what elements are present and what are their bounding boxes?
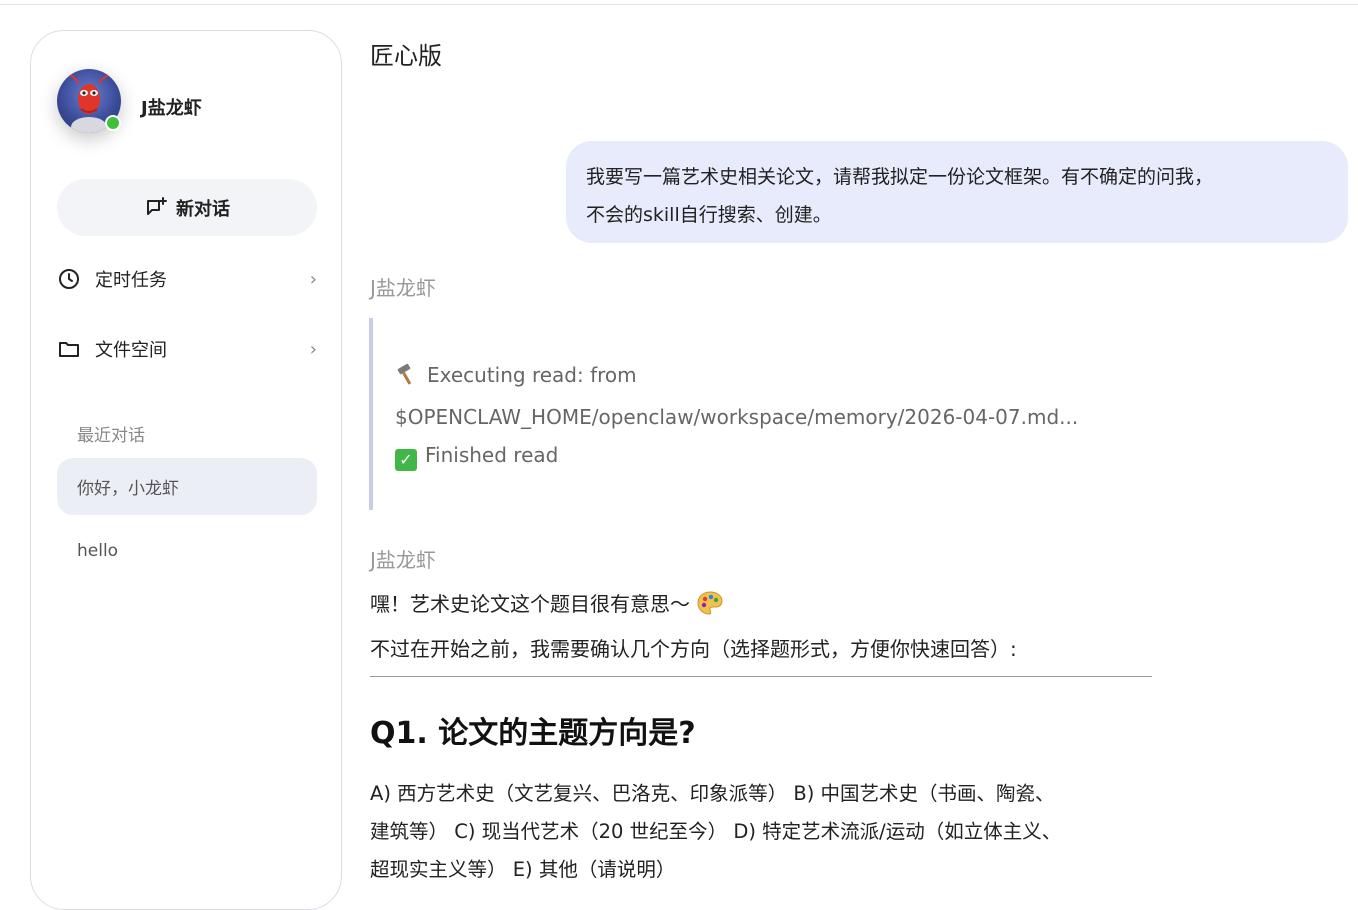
horizontal-divider (370, 676, 1152, 677)
new-chat-label: 新对话 (176, 198, 230, 220)
user-message-line: 不会的skill自行搜索、创建。 (586, 204, 832, 226)
user-message-bubble: 我要写一篇艺术史相关论文，请帮我拟定一份论文框架。有不确定的问我， 不会的ski… (566, 141, 1348, 243)
bot-name: J盐龙虾 (370, 548, 436, 572)
recent-chats-heading: 最近对话 (77, 426, 145, 446)
sidebar-item-scheduled-tasks[interactable]: 定时任务 › (57, 259, 317, 299)
reply-line: 嘿！艺术史论文这个题目很有意思～ (370, 588, 724, 621)
user-name: J盐龙虾 (141, 98, 202, 119)
top-border (0, 4, 1358, 5)
sidebar-item-file-space[interactable]: 文件空间 › (57, 329, 317, 369)
page-title: 匠心版 (370, 42, 442, 70)
question-options: A) 西方艺术史（文艺复兴、巴洛克、印象派等） B) 中国艺术史（书画、陶瓷、 … (370, 775, 1160, 889)
chevron-right-icon: › (309, 268, 317, 290)
options-line: 建筑等） C) 现当代艺术（20 世纪至今） D) 特定艺术流派/运动（如立体主… (370, 820, 1062, 843)
check-icon: ✓ (395, 449, 417, 471)
avatar[interactable] (57, 69, 123, 135)
sidebar-item-label: 定时任务 (95, 270, 167, 291)
palette-icon (696, 590, 724, 621)
bot-name: J盐龙虾 (370, 276, 436, 300)
question-heading: Q1. 论文的主题方向是? (370, 716, 696, 751)
folder-icon (57, 337, 81, 361)
tool-finished-line: ✓ Finished read (395, 436, 1129, 474)
hammer-icon (395, 360, 421, 398)
online-status-dot (105, 115, 121, 131)
chevron-right-icon: › (309, 338, 317, 360)
user-message-line: 我要写一篇艺术史相关论文，请帮我拟定一份论文框架。有不确定的问我， (586, 166, 1214, 188)
sidebar-item-label: 文件空间 (95, 340, 167, 361)
sidebar: J盐龙虾 新对话 定时任务 › 文件空间 › 最近对话 你好，小龙虾 hello (30, 30, 342, 910)
reply-line: 不过在开始之前，我需要确认几个方向（选择题形式，方便你快速回答）: (370, 637, 1017, 661)
recent-chat-item[interactable]: hello (57, 522, 317, 579)
new-chat-icon (147, 196, 167, 215)
recent-chat-item[interactable]: 你好，小龙虾 (57, 458, 317, 515)
options-line: 超现实主义等） E) 其他（请说明） (370, 858, 676, 881)
new-chat-button[interactable]: 新对话 (57, 179, 317, 236)
options-line: A) 西方艺术史（文艺复兴、巴洛克、印象派等） B) 中国艺术史（书画、陶瓷、 (370, 782, 1055, 805)
tool-path-line: $OPENCLAW_HOME/openclaw/workspace/memory… (395, 405, 1079, 429)
tool-call-block: Executing read: from $OPENCLAW_HOME/open… (369, 318, 1129, 510)
clock-icon (57, 267, 81, 291)
tool-executing-line: Executing read: from (395, 356, 1129, 398)
